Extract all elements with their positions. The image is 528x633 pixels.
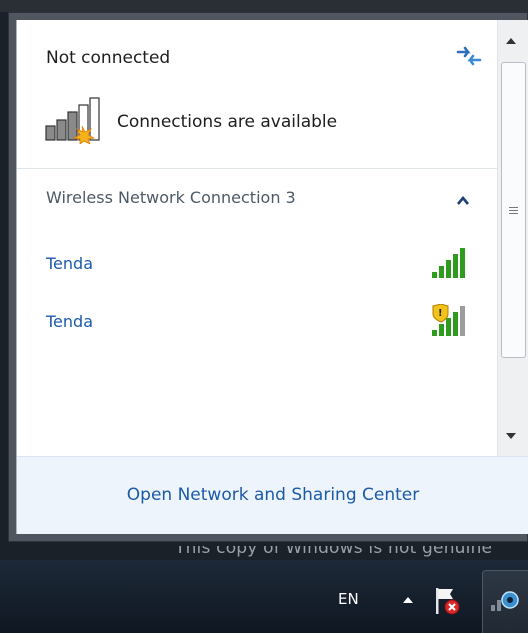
svg-text:!: !	[438, 308, 443, 319]
wifi-signal-secured-icon: !	[432, 304, 465, 336]
desktop-background	[0, 0, 528, 12]
scroll-down-arrow-icon[interactable]	[506, 433, 516, 439]
network-list-area: Not connected Connections are available …	[17, 20, 497, 456]
network-popup: Not connected Connections are available …	[16, 20, 528, 534]
network-tray-icon	[491, 591, 519, 611]
scrollbar[interactable]	[497, 20, 528, 456]
grip-icon	[509, 207, 518, 214]
section-title: Wireless Network Connection 3	[46, 188, 296, 207]
section-divider	[17, 168, 497, 169]
scroll-up-arrow-icon[interactable]	[506, 38, 516, 44]
wifi-signal-icon	[432, 248, 465, 278]
action-center-flag-icon[interactable]	[433, 586, 461, 616]
open-network-sharing-center-link[interactable]: Open Network and Sharing Center	[17, 485, 528, 505]
network-item[interactable]: Tenda !	[17, 302, 497, 342]
chevron-up-icon[interactable]	[457, 196, 469, 205]
network-tray-button[interactable]	[482, 570, 528, 633]
network-name: Tenda	[46, 254, 93, 273]
language-indicator[interactable]: EN	[338, 590, 359, 608]
refresh-icon[interactable]	[455, 44, 483, 68]
taskbar: EN	[0, 560, 528, 633]
connections-available-icon	[45, 97, 100, 144]
windows-genuine-watermark: This copy of Windows is not genuine	[175, 546, 493, 558]
status-title: Not connected	[46, 48, 171, 68]
popup-footer: Open Network and Sharing Center	[17, 456, 528, 534]
connections-available-label: Connections are available	[117, 112, 338, 132]
show-hidden-icons-arrow-icon[interactable]	[403, 597, 413, 603]
network-item[interactable]: Tenda	[17, 244, 497, 284]
scrollbar-thumb[interactable]	[501, 62, 526, 358]
network-name: Tenda	[46, 312, 93, 331]
